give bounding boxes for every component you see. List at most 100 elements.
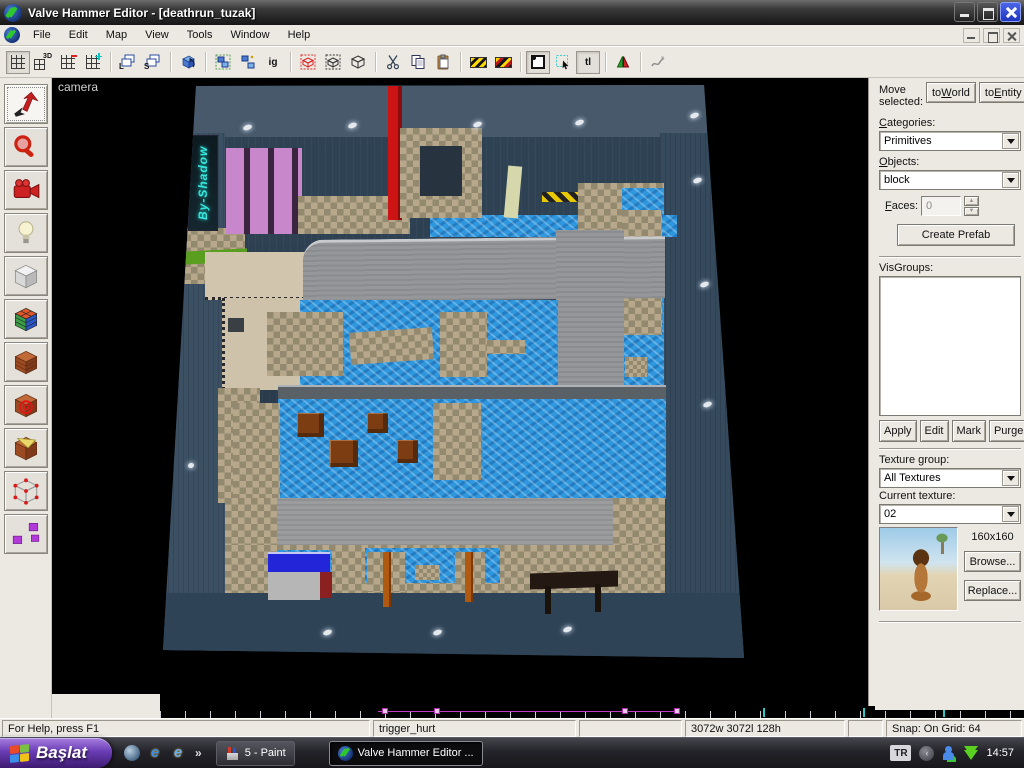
texture-lock-toggle-button[interactable]: tl bbox=[576, 51, 600, 74]
texture-group-dropdown[interactable]: All Textures bbox=[879, 468, 1021, 488]
minimize-button[interactable] bbox=[954, 2, 975, 22]
mdi-close-button[interactable] bbox=[1003, 28, 1020, 43]
spinner-down-icon[interactable]: ▼ bbox=[964, 207, 979, 217]
categories-dropdown[interactable]: Primitives bbox=[879, 131, 1021, 151]
map-plaza bbox=[277, 498, 613, 546]
dropdown-arrow-icon[interactable] bbox=[1002, 506, 1019, 522]
camera-3d-viewport[interactable]: By-Shadow bbox=[52, 78, 868, 706]
faces-spinner[interactable]: ▲▼ bbox=[964, 196, 979, 216]
map-table-pole bbox=[383, 552, 391, 607]
squiggle-icon bbox=[650, 54, 666, 70]
visgroup-apply-button[interactable]: Apply bbox=[879, 420, 917, 442]
visgroup-purge-button[interactable]: Purge bbox=[989, 420, 1024, 442]
download-arrow-icon[interactable] bbox=[964, 750, 978, 760]
quicklaunch-overflow-chevron[interactable]: » bbox=[195, 746, 202, 760]
paste-button[interactable] bbox=[431, 51, 455, 74]
dropdown-arrow-icon[interactable] bbox=[1002, 133, 1019, 149]
menu-edit[interactable]: Edit bbox=[60, 26, 97, 44]
spinner-up-icon[interactable]: ▲ bbox=[964, 196, 979, 206]
save-window-state-button[interactable]: S bbox=[141, 51, 165, 74]
quicklaunch-desktop-icon[interactable] bbox=[124, 745, 140, 761]
replace-button[interactable]: Replace... bbox=[964, 580, 1021, 601]
visgroups-label: VisGroups: bbox=[879, 262, 1021, 274]
dropdown-arrow-icon[interactable] bbox=[1002, 470, 1019, 486]
load-window-state-button[interactable]: L bbox=[116, 51, 140, 74]
close-button[interactable] bbox=[1000, 2, 1021, 22]
to-world-button[interactable]: toWorld bbox=[926, 82, 976, 103]
menu-map[interactable]: Map bbox=[97, 26, 136, 44]
menu-tools[interactable]: Tools bbox=[178, 26, 222, 44]
grid-toggle-button[interactable] bbox=[6, 51, 30, 74]
task-hammer-button[interactable]: Valve Hammer Editor ... bbox=[329, 741, 483, 766]
apply-texture-tool-button[interactable] bbox=[4, 342, 48, 382]
restore-button[interactable] bbox=[977, 2, 998, 22]
visgroup-mark-button[interactable]: Mark bbox=[952, 420, 986, 442]
carve-button[interactable] bbox=[176, 51, 200, 74]
copy-button[interactable] bbox=[406, 51, 430, 74]
clipping-tool-button[interactable] bbox=[4, 428, 48, 468]
toolbar: 3D L S ig tl bbox=[0, 46, 1024, 78]
menu-file[interactable]: File bbox=[24, 26, 60, 44]
objects-value: block bbox=[884, 174, 910, 186]
map-blue-machine-front bbox=[268, 572, 320, 600]
messenger-icon[interactable] bbox=[942, 746, 956, 760]
quicklaunch-ie2-icon[interactable]: e bbox=[170, 745, 186, 761]
to-entity-button[interactable]: toEntity bbox=[979, 82, 1024, 103]
faces-input[interactable]: 0 bbox=[921, 196, 961, 216]
hide-selected-button[interactable] bbox=[296, 51, 320, 74]
path-node bbox=[622, 708, 628, 714]
camera-tool-button[interactable] bbox=[4, 170, 48, 210]
tool-palette bbox=[0, 78, 52, 718]
clip-cube-icon bbox=[10, 434, 42, 462]
grid-larger-button[interactable] bbox=[81, 51, 105, 74]
grid-3d-toggle-button[interactable]: 3D bbox=[31, 51, 55, 74]
entity-tool-button[interactable] bbox=[4, 213, 48, 253]
select-box-mode-button[interactable] bbox=[526, 51, 550, 74]
menu-bar: File Edit Map View Tools Window Help bbox=[0, 25, 1024, 46]
map-small-block bbox=[625, 357, 647, 377]
browse-button[interactable]: Browse... bbox=[964, 551, 1021, 572]
path-tool-button[interactable] bbox=[4, 514, 48, 554]
viewport-camera-label: camera bbox=[58, 80, 98, 94]
hide-icons-chevron-icon[interactable]: ‹ bbox=[919, 746, 934, 761]
magnify-tool-button[interactable] bbox=[4, 127, 48, 167]
grid-smaller-button[interactable] bbox=[56, 51, 80, 74]
entity-tick bbox=[863, 708, 865, 717]
ungroup-button[interactable] bbox=[236, 51, 260, 74]
group-button[interactable] bbox=[211, 51, 235, 74]
show-hidden-button[interactable] bbox=[346, 51, 370, 74]
texture-application-tool-button[interactable] bbox=[4, 299, 48, 339]
selection-tool-button[interactable] bbox=[4, 84, 48, 124]
mdi-restore-button[interactable] bbox=[983, 28, 1000, 43]
cordon-edit-button[interactable] bbox=[466, 51, 490, 74]
objects-dropdown[interactable]: block bbox=[879, 170, 1021, 190]
apply-decals-tool-button[interactable] bbox=[4, 385, 48, 425]
vertex-tool-button[interactable] bbox=[4, 471, 48, 511]
visgroup-edit-button[interactable]: Edit bbox=[920, 420, 949, 442]
hide-unselected-button[interactable] bbox=[321, 51, 345, 74]
menu-view[interactable]: View bbox=[136, 26, 178, 44]
select-touching-mode-button[interactable] bbox=[551, 51, 575, 74]
menu-help[interactable]: Help bbox=[279, 26, 320, 44]
grid-icon bbox=[61, 55, 75, 69]
ignore-groups-toggle-button[interactable]: ig bbox=[261, 51, 285, 74]
view-splitter[interactable] bbox=[868, 78, 875, 706]
visgroups-listbox[interactable] bbox=[879, 276, 1021, 416]
create-prefab-button[interactable]: Create Prefab bbox=[897, 224, 1015, 246]
block-tool-button[interactable] bbox=[4, 256, 48, 296]
status-empty-cell bbox=[579, 720, 682, 737]
language-indicator[interactable]: TR bbox=[890, 745, 911, 761]
quicklaunch-ie-icon[interactable]: e bbox=[147, 745, 163, 761]
green-red-faces-button[interactable] bbox=[611, 51, 635, 74]
menu-window[interactable]: Window bbox=[221, 26, 278, 44]
start-button[interactable]: Başlat bbox=[0, 738, 112, 768]
cut-button[interactable] bbox=[381, 51, 405, 74]
task-paint-button[interactable]: 5 - Paint bbox=[216, 741, 295, 766]
current-texture-dropdown[interactable]: 02 bbox=[879, 504, 1021, 524]
map-pink-wall bbox=[226, 148, 302, 234]
dropdown-arrow-icon[interactable] bbox=[1002, 172, 1019, 188]
cordon-toggle-button[interactable] bbox=[491, 51, 515, 74]
squiggle-tool-button[interactable] bbox=[646, 51, 670, 74]
mdi-minimize-button[interactable] bbox=[963, 28, 980, 43]
path-node bbox=[434, 708, 440, 714]
